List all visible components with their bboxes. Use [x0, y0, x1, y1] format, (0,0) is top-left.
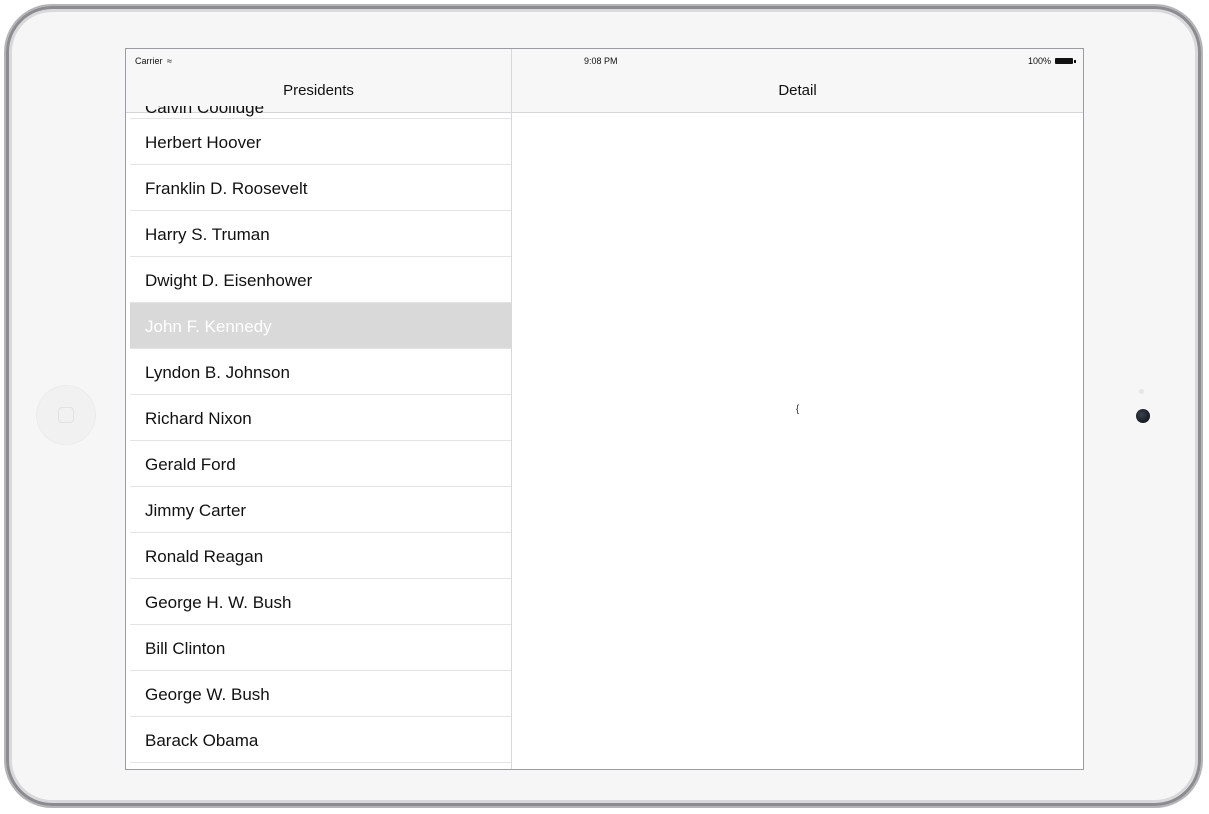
- list-item[interactable]: Franklin D. Roosevelt: [130, 165, 511, 211]
- light-sensor: [1139, 389, 1144, 394]
- screen: Carrier ≈ Presidents Calvin Coolidge Her…: [125, 48, 1084, 770]
- status-battery: 100%: [1027, 56, 1076, 66]
- list-item-label: John F. Kennedy: [145, 317, 272, 336]
- detail-title: Detail: [778, 82, 817, 99]
- list-item-label: Richard Nixon: [145, 409, 252, 428]
- list-item[interactable]: Bill Clinton: [130, 625, 511, 671]
- list-item[interactable]: Richard Nixon: [130, 395, 511, 441]
- list-item-label: Dwight D. Eisenhower: [145, 271, 313, 290]
- list-item[interactable]: George H. W. Bush: [130, 579, 511, 625]
- list-item[interactable]: Harry S. Truman: [130, 211, 511, 257]
- master-navbar: Carrier ≈ Presidents: [126, 49, 511, 113]
- president-list: Calvin Coolidge Herbert Hoover Franklin D…: [126, 106, 511, 763]
- list-item-label: Herbert Hoover: [145, 133, 262, 152]
- list-item-label: George H. W. Bush: [145, 593, 292, 612]
- list-item-label: Bill Clinton: [145, 639, 226, 658]
- list-item[interactable]: Gerald Ford: [130, 441, 511, 487]
- list-item-partial[interactable]: Calvin Coolidge: [130, 106, 511, 119]
- detail-description: {: [795, 404, 800, 415]
- list-item[interactable]: Barack Obama: [130, 717, 511, 763]
- front-camera: [1136, 409, 1150, 423]
- list-item[interactable]: Lyndon B. Johnson: [130, 349, 511, 395]
- list-item-label: George W. Bush: [145, 685, 270, 704]
- list-item[interactable]: John F. Kennedy: [130, 303, 511, 349]
- list-item[interactable]: Ronald Reagan: [130, 533, 511, 579]
- wifi-icon: ≈: [167, 56, 172, 66]
- status-carrier: Carrier ≈: [135, 56, 172, 66]
- detail-pane: 9:08 PM 100% Detail {: [512, 49, 1083, 769]
- list-item-label: Barack Obama: [145, 731, 259, 750]
- home-button[interactable]: [37, 386, 95, 444]
- list-item[interactable]: Herbert Hoover: [130, 119, 511, 165]
- list-item-label: Franklin D. Roosevelt: [145, 179, 308, 198]
- master-pane: Carrier ≈ Presidents Calvin Coolidge Her…: [126, 49, 512, 769]
- list-item[interactable]: Jimmy Carter: [130, 487, 511, 533]
- list-item-label: Calvin Coolidge: [145, 106, 265, 117]
- master-title: Presidents: [283, 82, 354, 99]
- list-item[interactable]: Dwight D. Eisenhower: [130, 257, 511, 303]
- battery-label: 100%: [1027, 56, 1051, 66]
- list-item-label: Gerald Ford: [145, 455, 236, 474]
- list-item[interactable]: George W. Bush: [130, 671, 511, 717]
- detail-navbar: 9:08 PM 100% Detail: [512, 49, 1083, 113]
- list-item-label: Jimmy Carter: [145, 501, 247, 520]
- home-button-icon: [58, 407, 74, 423]
- list-item-label: Lyndon B. Johnson: [145, 363, 290, 382]
- carrier-label: Carrier: [135, 56, 163, 66]
- list-item-label: Ronald Reagan: [145, 547, 264, 566]
- status-time: 9:08 PM: [584, 56, 618, 66]
- list-item-label: Harry S. Truman: [145, 225, 270, 244]
- battery-icon: [1055, 58, 1076, 64]
